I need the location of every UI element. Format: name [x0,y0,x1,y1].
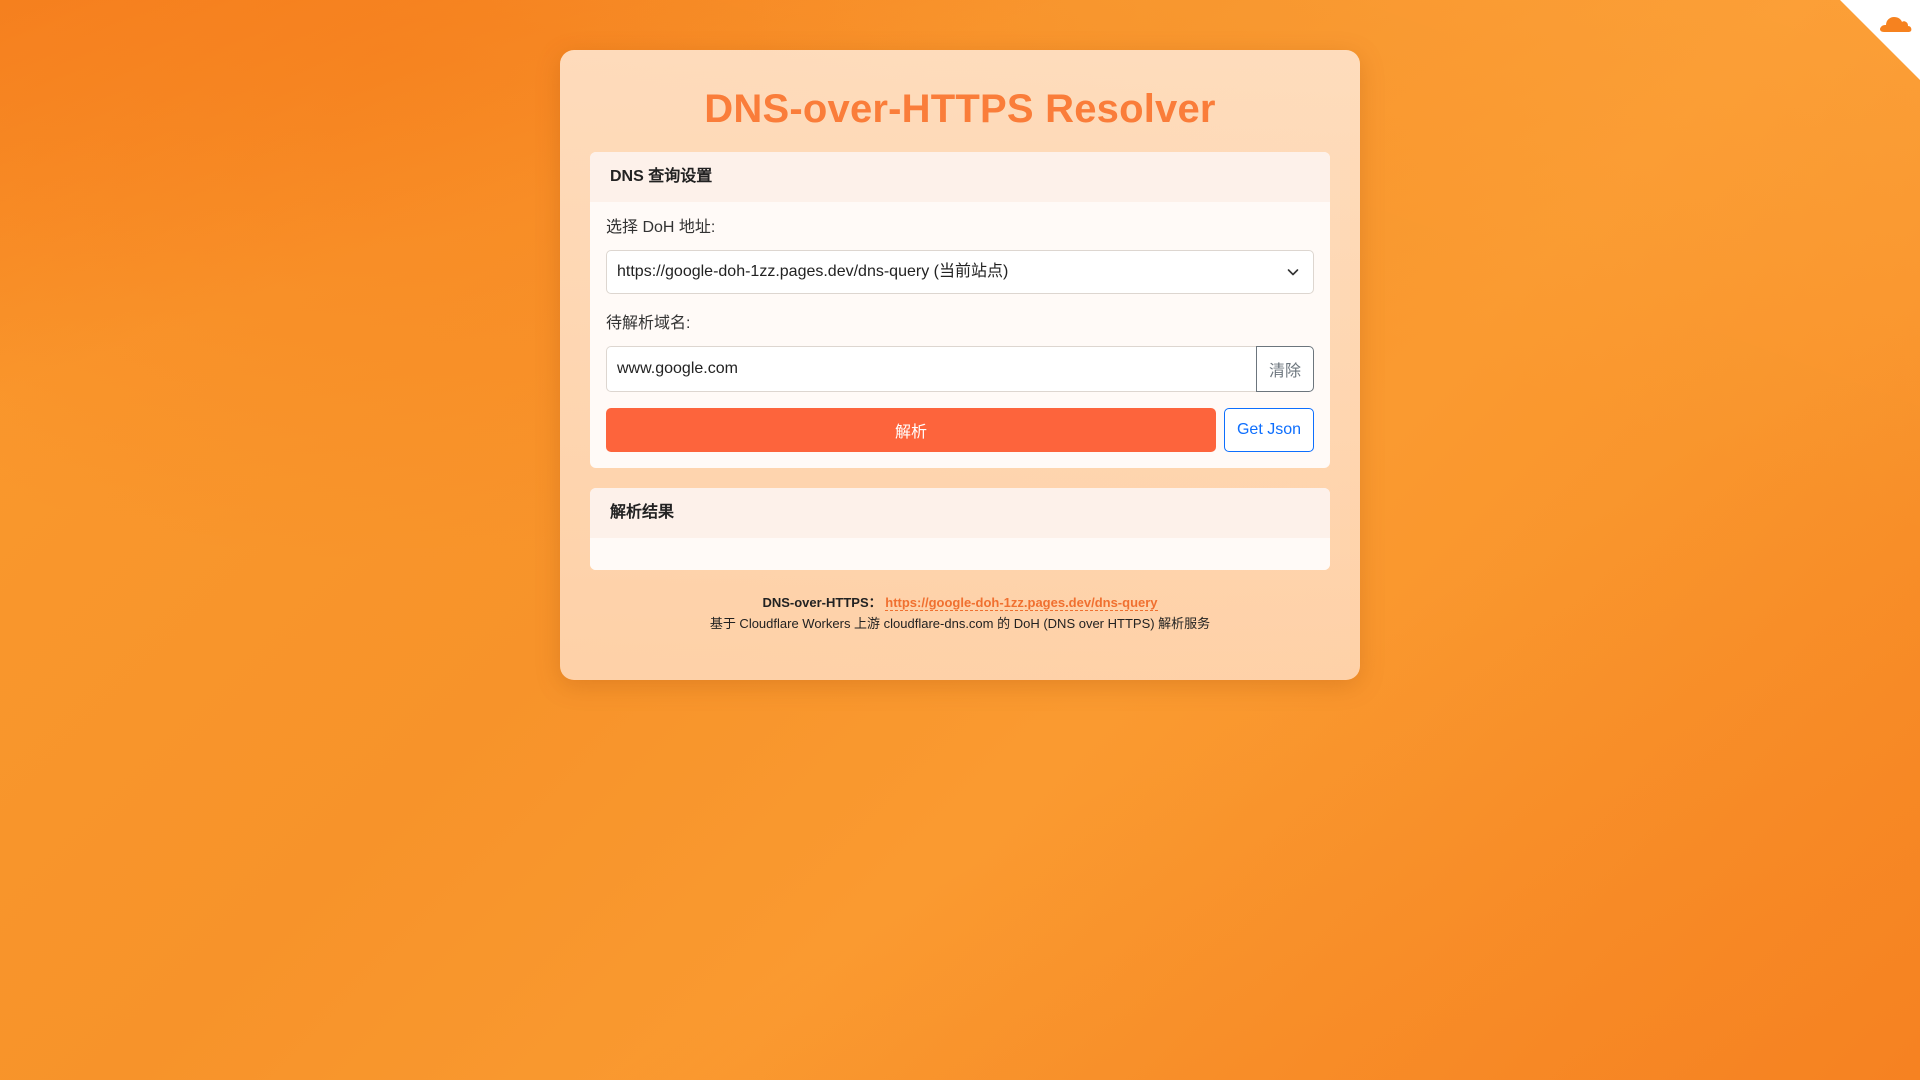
results-panel: 解析结果 [590,488,1330,570]
chevron-down-icon [1287,269,1299,276]
get-json-button[interactable]: Get Json [1224,408,1314,452]
domain-input[interactable] [606,346,1256,392]
footer-line: DNS-over-HTTPS： https://google-doh-1zz.p… [590,592,1330,613]
clear-button[interactable]: 清除 [1256,346,1314,392]
doh-label: 选择 DoH 地址: [606,219,716,236]
resolve-button[interactable]: 解析 [606,408,1216,452]
resolver-card: DNS-over-HTTPS Resolver DNS 查询设置 选择 DoH … [560,50,1360,680]
footer-description: 基于 Cloudflare Workers 上游 cloudflare-dns.… [709,616,1211,631]
results-body [590,538,1330,570]
settings-body: 选择 DoH 地址: https://google-doh-1zz.pages.… [590,202,1330,468]
footer-label: DNS-over-HTTPS： [762,595,882,610]
domain-input-group: 清除 [606,346,1314,392]
settings-panel: DNS 查询设置 选择 DoH 地址: https://google-doh-1… [590,152,1330,468]
footer: DNS-over-HTTPS： https://google-doh-1zz.p… [590,592,1330,634]
corner-ribbon[interactable] [1840,0,1920,80]
doh-link[interactable]: https://google-doh-1zz.pages.dev/dns-que… [885,595,1158,611]
cloudflare-icon [1880,17,1912,32]
page-title: DNS-over-HTTPS Resolver [704,87,1216,131]
doh-select[interactable]: https://google-doh-1zz.pages.dev/dns-que… [606,250,1314,294]
domain-label: 待解析域名: [606,315,691,332]
results-header: 解析结果 [590,488,1330,538]
action-row: 解析 Get Json [606,408,1314,452]
doh-selected-value: https://google-doh-1zz.pages.dev/dns-que… [617,263,1009,280]
settings-header: DNS 查询设置 [590,152,1330,202]
